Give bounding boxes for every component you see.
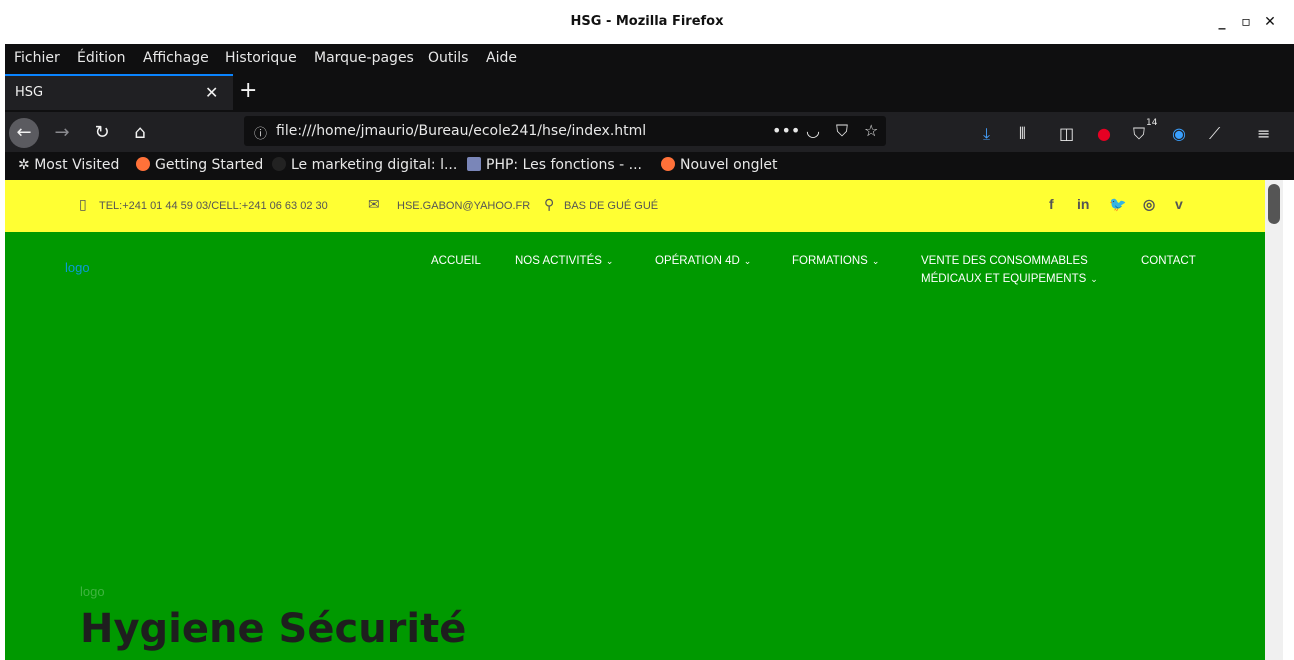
menu-bar: Fichier Édition Affichage Historique Mar…: [5, 44, 1294, 72]
firefox-icon: [136, 157, 150, 171]
library-icon[interactable]: ⫴: [1019, 124, 1026, 144]
hero-title: Hygiene Sécurité: [80, 606, 467, 652]
nav-nos-activites[interactable]: NOS ACTIVITÉS ⌄: [515, 252, 613, 270]
reload-button[interactable]: ↻: [87, 118, 117, 148]
chevron-down-icon: ⌄: [743, 256, 752, 266]
nav-vente-consommables[interactable]: VENTE DES CONSOMMABLES MÉDICAUX ET EQUIP…: [921, 252, 1098, 288]
site-logo[interactable]: logo: [65, 260, 90, 275]
menu-aide[interactable]: Aide: [486, 50, 517, 66]
bookmark-star-icon[interactable]: ☆: [864, 121, 878, 140]
gear-icon: ✲: [18, 157, 35, 173]
twitter-icon[interactable]: 🐦: [1109, 196, 1126, 213]
menu-fichier[interactable]: Fichier: [14, 50, 60, 66]
nav-formations[interactable]: FORMATIONS ⌄: [792, 252, 879, 270]
page-actions-icon[interactable]: •••: [772, 121, 800, 140]
scrollbar-thumb[interactable]: [1268, 184, 1280, 224]
page-scrollbar[interactable]: [1265, 180, 1283, 660]
menu-affichage[interactable]: Affichage: [143, 50, 209, 66]
home-button[interactable]: ⌂: [125, 118, 155, 148]
bookmark-nouvel-onglet[interactable]: Nouvel onglet: [661, 157, 777, 173]
hero-logo: logo: [80, 584, 105, 599]
email-text[interactable]: HSE.GABON@YAHOO.FR: [397, 200, 530, 212]
back-button[interactable]: ←: [9, 118, 39, 148]
phone-icon: ▯: [79, 197, 87, 213]
chevron-down-icon: ⌄: [1090, 274, 1098, 284]
menu-historique[interactable]: Historique: [225, 50, 297, 66]
maximize-button[interactable]: ▫: [1236, 12, 1256, 32]
bookmark-php[interactable]: PHP: Les fonctions - ...: [467, 157, 642, 173]
info-icon[interactable]: ⓘ: [254, 123, 267, 142]
chevron-down-icon: ⌄: [871, 256, 880, 266]
url-text[interactable]: file:///home/jmaurio/Bureau/ecole241/hse…: [276, 123, 646, 139]
bookmark-marketing-digital[interactable]: Le marketing digital: l...: [272, 157, 457, 173]
bookmarks-toolbar: ✲ Most Visited Getting Started Le market…: [5, 154, 1294, 180]
nav-operation-4d[interactable]: OPÉRATION 4D ⌄: [655, 252, 751, 270]
favicon-icon: [272, 157, 286, 171]
menu-marque-pages[interactable]: Marque-pages: [314, 50, 414, 66]
address-text: BAS DE GUÉ GUÉ: [564, 200, 659, 212]
browser-chrome: Fichier Édition Affichage Historique Mar…: [5, 44, 1294, 180]
bookmark-most-visited[interactable]: ✲ Most Visited: [18, 157, 119, 173]
facebook-icon[interactable]: f: [1049, 196, 1054, 212]
nav-contact[interactable]: CONTACT: [1141, 252, 1196, 270]
minimize-button[interactable]: _: [1212, 12, 1232, 32]
php-icon: [467, 157, 481, 171]
sidebar-icon[interactable]: ◫: [1059, 124, 1074, 143]
menu-edition[interactable]: Édition: [77, 50, 125, 66]
tab-bar: HSG ✕ +: [5, 74, 1294, 110]
extension-badge: 14: [1146, 118, 1158, 128]
url-bar[interactable]: ⓘ file:///home/jmaurio/Bureau/ecole241/h…: [244, 116, 886, 146]
vimeo-icon[interactable]: v: [1175, 196, 1183, 212]
hamburger-menu-icon[interactable]: ≡: [1257, 124, 1270, 143]
tab-close-icon[interactable]: ✕: [205, 83, 218, 102]
contact-topbar: ▯ TEL:+241 01 44 59 03/CELL:+241 06 63 0…: [5, 180, 1265, 232]
extension-shield-icon[interactable]: ⛉: [1133, 124, 1145, 144]
tab-hsg[interactable]: HSG ✕: [5, 74, 233, 110]
menu-outils[interactable]: Outils: [428, 50, 468, 66]
pocket-save-icon[interactable]: ⛉: [836, 121, 848, 141]
sync-icon[interactable]: ◉: [1172, 124, 1186, 143]
page-viewport: ▯ TEL:+241 01 44 59 03/CELL:+241 06 63 0…: [5, 180, 1265, 660]
window-title: HSG - Mozilla Firefox: [570, 14, 724, 29]
eyedropper-icon[interactable]: ⟋: [1209, 124, 1220, 144]
phone-text: TEL:+241 01 44 59 03/CELL:+241 06 63 02 …: [99, 200, 328, 212]
nav-bar: ← → ↻ ⌂ ⓘ file:///home/jmaurio/Bureau/ec…: [5, 112, 1294, 152]
instagram-icon[interactable]: ◎: [1143, 196, 1155, 213]
download-icon[interactable]: ⤓: [983, 124, 990, 144]
pocket-icon[interactable]: ◡: [806, 121, 820, 140]
location-icon: ⚲: [544, 197, 555, 213]
chevron-down-icon: ⌄: [605, 256, 614, 266]
nav-accueil[interactable]: ACCUEIL: [431, 252, 481, 270]
tab-title: HSG: [15, 85, 44, 100]
pinterest-icon[interactable]: ●: [1097, 124, 1111, 143]
bookmark-getting-started[interactable]: Getting Started: [136, 157, 263, 173]
linkedin-icon[interactable]: in: [1077, 196, 1089, 212]
forward-button[interactable]: →: [47, 118, 77, 148]
mail-icon: ✉: [368, 197, 380, 213]
window-titlebar: HSG - Mozilla Firefox _ ▫ ✕: [0, 0, 1294, 44]
new-tab-button[interactable]: +: [239, 78, 257, 103]
firefox-icon: [661, 157, 675, 171]
close-window-button[interactable]: ✕: [1260, 12, 1280, 32]
